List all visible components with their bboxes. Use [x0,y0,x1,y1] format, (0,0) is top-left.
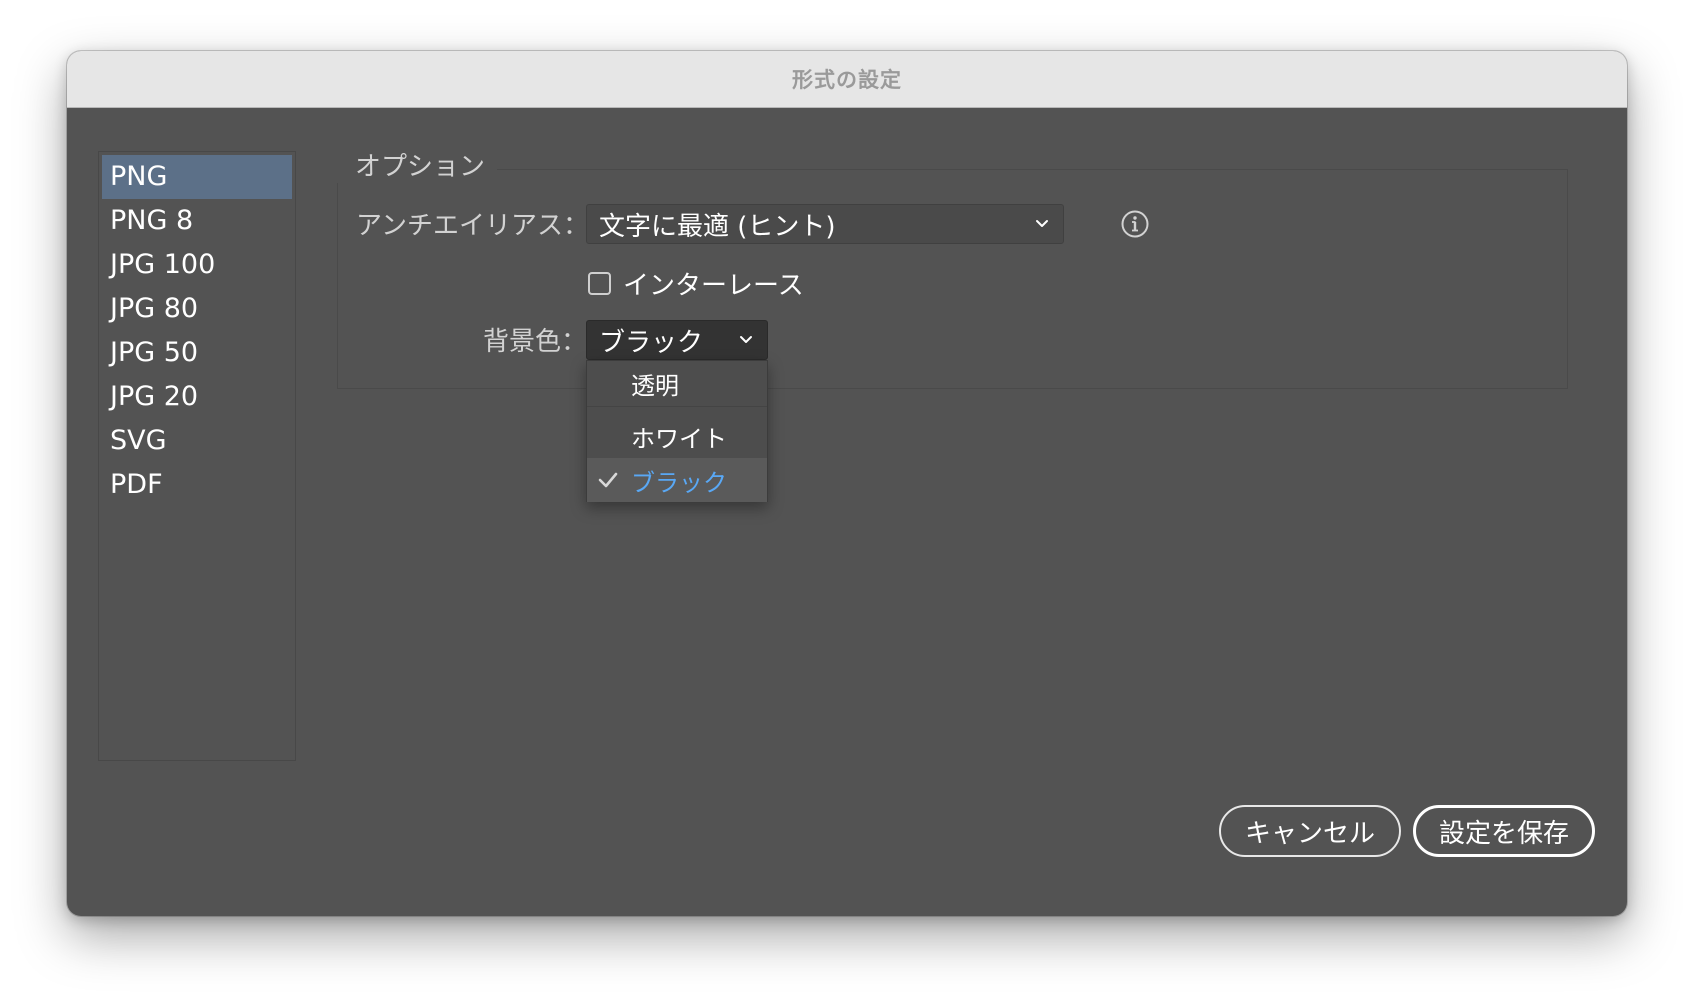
dialog-title: 形式の設定 [792,68,902,92]
background-color-label: 背景色： [483,327,588,357]
format-item-jpg100[interactable]: JPG 100 [102,243,292,287]
menu-item-white[interactable]: ホワイト [587,414,767,458]
chevron-down-icon [1036,220,1048,227]
format-item-jpg50[interactable]: JPG 50 [102,331,292,375]
antialias-label: アンチエイリアス： [356,211,589,241]
format-list[interactable]: PNG PNG 8 JPG 100 JPG 80 JPG 50 JPG 20 S… [98,151,296,761]
format-settings-dialog: 形式の設定 PNG PNG 8 JPG 100 JPG 80 JPG 50 JP… [67,51,1627,916]
background-color-value: ブラック [599,327,704,358]
info-icon[interactable] [1120,209,1150,239]
menu-item-label: ホワイト [631,424,727,453]
menu-separator [587,406,767,407]
interlace-checkbox[interactable] [588,272,611,295]
checkmark-icon [598,472,618,488]
cancel-button[interactable]: キャンセル [1219,805,1401,857]
format-item-jpg20[interactable]: JPG 20 [102,375,292,419]
background-color-select[interactable]: ブラック [586,320,768,360]
antialias-select[interactable]: 文字に最適 (ヒント) [586,204,1064,244]
antialias-value: 文字に最適 (ヒント) [599,211,836,242]
format-item-svg[interactable]: SVG [102,419,292,463]
menu-item-label: 透明 [631,371,679,400]
background-color-menu: 透明 ホワイト ブラック [586,360,768,502]
format-item-png[interactable]: PNG [102,155,292,199]
format-item-png8[interactable]: PNG 8 [102,199,292,243]
interlace-checkbox-row[interactable]: インターレース [588,265,804,302]
menu-item-black[interactable]: ブラック [587,458,767,502]
chevron-down-icon [740,336,752,343]
menu-item-label: ブラック [631,468,727,497]
format-item-pdf[interactable]: PDF [102,463,292,507]
menu-item-transparent[interactable]: 透明 [587,361,767,405]
title-bar: 形式の設定 [67,51,1627,108]
interlace-label: インターレース [623,271,804,301]
save-settings-button[interactable]: 設定を保存 [1413,805,1595,857]
format-item-jpg80[interactable]: JPG 80 [102,287,292,331]
options-legend: オプション [337,146,498,183]
